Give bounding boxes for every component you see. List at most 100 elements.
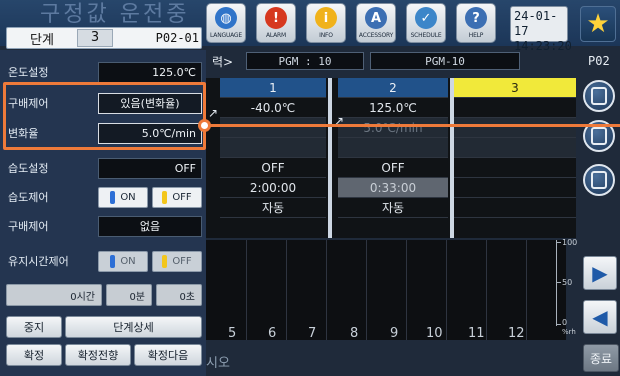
language-button[interactable]: ◍ LANGUAGE [206, 3, 246, 43]
calculator-icon [591, 171, 607, 189]
hours-field[interactable]: 0시간 [6, 284, 102, 306]
info-caption: INFO [319, 32, 333, 39]
humidity-control-label: 습도제어 [8, 191, 49, 204]
rate-field[interactable]: 5.0℃/min [98, 122, 202, 144]
action-row-2: 확정 확정전향 확정다음 [6, 344, 202, 366]
page-code: P02 [588, 54, 610, 68]
confirm-prev-button[interactable]: 확정전향 [65, 344, 131, 366]
step-detail-button[interactable]: 단계상세 [65, 316, 202, 338]
next-page-button[interactable]: ▶ [583, 256, 617, 290]
rate-row: 변화율 5.0℃/min [6, 121, 202, 145]
step-header: 2 [338, 78, 448, 98]
alarm-button[interactable]: ! ALARM [256, 3, 296, 43]
top-bar: 구정값 운전중 단계 3 P02-01 ◍ LANGUAGE ! ALARM i… [0, 0, 620, 53]
confirm-next-button[interactable]: 확정다음 [134, 344, 202, 366]
rate-label: 변화율 [8, 127, 39, 140]
step-spacer [220, 138, 326, 158]
temp-setting-field[interactable]: 125.0℃ [98, 61, 202, 83]
accessory-button[interactable]: A ACCESSORY [356, 3, 396, 43]
trend-chart [206, 240, 566, 340]
slope-control2-label: 구배제어 [8, 220, 49, 233]
step-spacer [338, 138, 448, 158]
x-label: 10 [426, 326, 443, 341]
program-code: P02-01 [155, 31, 199, 45]
temp-setting-label: 온도설정 [8, 66, 49, 79]
step-column-2[interactable]: 2 125.0℃ 5.0℃/min OFF 0:33:00 자동 [338, 78, 448, 238]
off-label: OFF [172, 191, 192, 203]
help-button[interactable]: ? HELP [456, 3, 496, 43]
arrow-right-icon: ▶ [592, 261, 608, 285]
grid-line [326, 240, 327, 340]
slope-control-row: 구배제어 있음(변화율) [6, 91, 202, 115]
callout-dot [198, 119, 211, 132]
humidity-setting-field[interactable]: OFF [98, 157, 202, 179]
step-temp: 125.0℃ [338, 98, 448, 118]
language-caption: LANGUAGE [210, 32, 242, 39]
hold-time-on-button[interactable]: ON [98, 250, 148, 272]
prev-page-button[interactable]: ◀ [583, 300, 617, 334]
copy-icon [591, 127, 607, 145]
accessory-caption: ACCESSORY [358, 32, 394, 39]
schedule-caption: SCHEDULE [410, 32, 442, 39]
off-indicator-icon [162, 190, 168, 204]
minutes-field[interactable]: 0분 [106, 284, 152, 306]
edit-button[interactable] [583, 80, 615, 112]
off-indicator-icon [162, 254, 168, 268]
seconds-field[interactable]: 0초 [156, 284, 202, 306]
step-column-1[interactable]: 1 -40.0℃ OFF 2:00:00 자동 [220, 78, 326, 238]
step-mode: 자동 [338, 198, 448, 218]
scale-tick [556, 242, 561, 243]
hold-time-inputs: 0시간 0분 0초 [6, 284, 202, 306]
action-row-1: 중지 단계상세 [6, 316, 202, 338]
edit-icon [591, 87, 607, 105]
humidity-on-button[interactable]: ON [98, 186, 148, 208]
x-label: 5 [228, 326, 237, 341]
slope-control-field[interactable]: 있음(변화율) [98, 92, 202, 114]
help-caption: HELP [468, 32, 484, 39]
hold-time-off-button[interactable]: OFF [152, 250, 202, 272]
hold-time-label: 유지시간제어 [8, 255, 69, 268]
status-text: 시오 [206, 356, 230, 371]
confirm-button[interactable]: 확정 [6, 344, 62, 366]
humidity-off-button[interactable]: OFF [152, 186, 202, 208]
slope-control2-row: 구배제어 없음 [6, 214, 202, 238]
slope-control2-field[interactable]: 없음 [98, 215, 202, 237]
step-temp: -40.0℃ [220, 98, 326, 118]
humidity-setting-label: 습도설정 [8, 162, 49, 175]
alarm-icon: ! [265, 7, 287, 29]
datetime-display: 24-01-17 14:23:20 [510, 6, 572, 53]
stop-button[interactable]: 중지 [6, 316, 62, 338]
step-number: 3 [77, 29, 113, 47]
step-indicator: 단계 3 P02-01 [6, 27, 202, 49]
schedule-button[interactable]: ✓ SCHEDULE [406, 3, 446, 43]
temp-setting-row: 온도설정 125.0℃ [6, 60, 202, 84]
scale-label-50: 50 [562, 278, 573, 287]
x-label: 8 [350, 326, 359, 341]
scale-bar [556, 240, 557, 326]
end-button[interactable]: 종료 [583, 344, 619, 372]
date-text: 24-01-17 [514, 9, 558, 38]
step-time: 2:00:00 [220, 178, 326, 198]
humidity-scale: 100 50 0 %rh [556, 238, 577, 340]
on-indicator-icon [110, 190, 116, 204]
callout-line [204, 124, 620, 127]
step-header: 1 [220, 78, 326, 98]
step-time [454, 178, 576, 198]
step-temp [454, 98, 576, 118]
favorite-button[interactable]: ★ [580, 6, 616, 42]
step-mode: 자동 [220, 198, 326, 218]
humidity-control-toggle: ON OFF [98, 186, 202, 208]
calculator-button[interactable] [583, 164, 615, 196]
grid-line [286, 240, 287, 340]
on-indicator-icon [110, 254, 116, 268]
hold-time-toggle: ON OFF [98, 250, 202, 272]
chart-x-axis: 5 6 7 8 9 10 11 12 [206, 326, 576, 344]
slope-control-label: 구배제어 [8, 97, 49, 110]
info-button[interactable]: i INFO [306, 3, 346, 43]
step-rate [220, 118, 326, 138]
scale-tick [556, 282, 561, 283]
step-column-3[interactable]: 3 [454, 78, 576, 238]
grid-line [486, 240, 487, 340]
grid-line [406, 240, 407, 340]
step-rate: 5.0℃/min [338, 118, 448, 138]
